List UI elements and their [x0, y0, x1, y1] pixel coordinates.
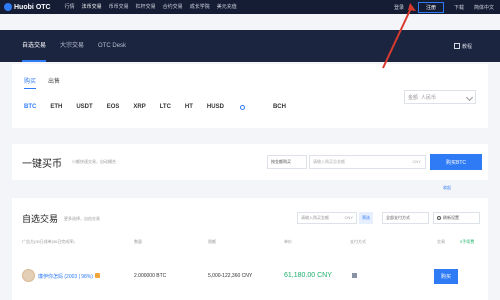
annotation-arrow — [382, 3, 416, 69]
annotation-arrow-line — [382, 5, 413, 69]
annotation-arrow-head — [408, 3, 416, 11]
